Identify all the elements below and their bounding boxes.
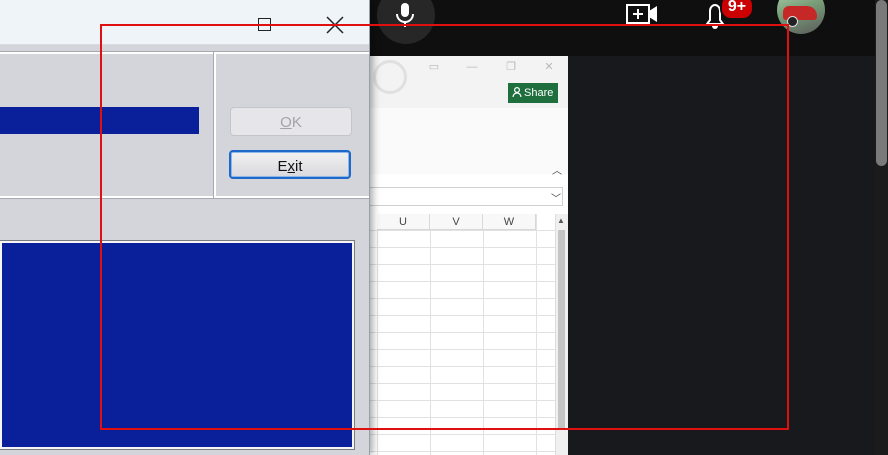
share-button[interactable]: Share <box>508 83 558 103</box>
scroll-up-icon[interactable]: ▲ <box>557 216 565 225</box>
share-label: Share <box>524 87 554 99</box>
ribbon-display-icon[interactable]: ▭ <box>428 62 440 73</box>
share-person-icon <box>512 87 522 97</box>
ok-button[interactable]: OK <box>230 107 352 136</box>
excel-scroll-thumb[interactable] <box>558 230 565 430</box>
exit-label-pre: E <box>277 158 288 175</box>
exit-button[interactable]: Exit <box>229 150 351 179</box>
microphone-icon <box>396 3 414 27</box>
excel-window: ▭ — ❐ ✕ Share ︿ ﹀ U V W ▲ <box>369 56 568 455</box>
restore-icon[interactable]: ❐ <box>505 62 517 73</box>
close-icon[interactable] <box>326 16 344 34</box>
notification-count-badge: 9+ <box>720 0 754 20</box>
exit-label-post: it <box>295 158 303 175</box>
create-video-icon[interactable] <box>626 3 658 25</box>
exit-accelerator: x <box>287 158 296 175</box>
column-header-u[interactable]: U <box>377 214 430 230</box>
progress-bar <box>0 107 199 134</box>
dialog-title-bar <box>0 0 369 45</box>
cell-grid[interactable] <box>369 214 555 455</box>
collapse-ribbon-icon[interactable]: ︿ <box>552 162 564 177</box>
background-window <box>568 56 875 455</box>
excel-vertical-scrollbar[interactable]: ▲ <box>555 214 568 455</box>
minimize-icon[interactable]: — <box>466 62 478 73</box>
formula-bar[interactable] <box>369 187 563 206</box>
excel-faded-icon <box>373 60 407 94</box>
page-scrollbar-thumb[interactable] <box>876 0 887 166</box>
column-header-w[interactable]: W <box>483 214 536 230</box>
expand-formula-bar-icon[interactable]: ﹀ <box>551 190 561 205</box>
close-icon[interactable]: ✕ <box>543 62 555 73</box>
column-header-v[interactable]: V <box>430 214 483 230</box>
excel-ribbon <box>369 108 568 174</box>
dialog-window: OK Exit <box>0 0 370 455</box>
output-list-box[interactable] <box>0 240 355 450</box>
maximize-icon[interactable] <box>258 18 271 31</box>
ok-accelerator: O <box>280 114 292 131</box>
ok-label-rest: K <box>291 114 302 131</box>
avatar-wheel <box>787 16 798 27</box>
